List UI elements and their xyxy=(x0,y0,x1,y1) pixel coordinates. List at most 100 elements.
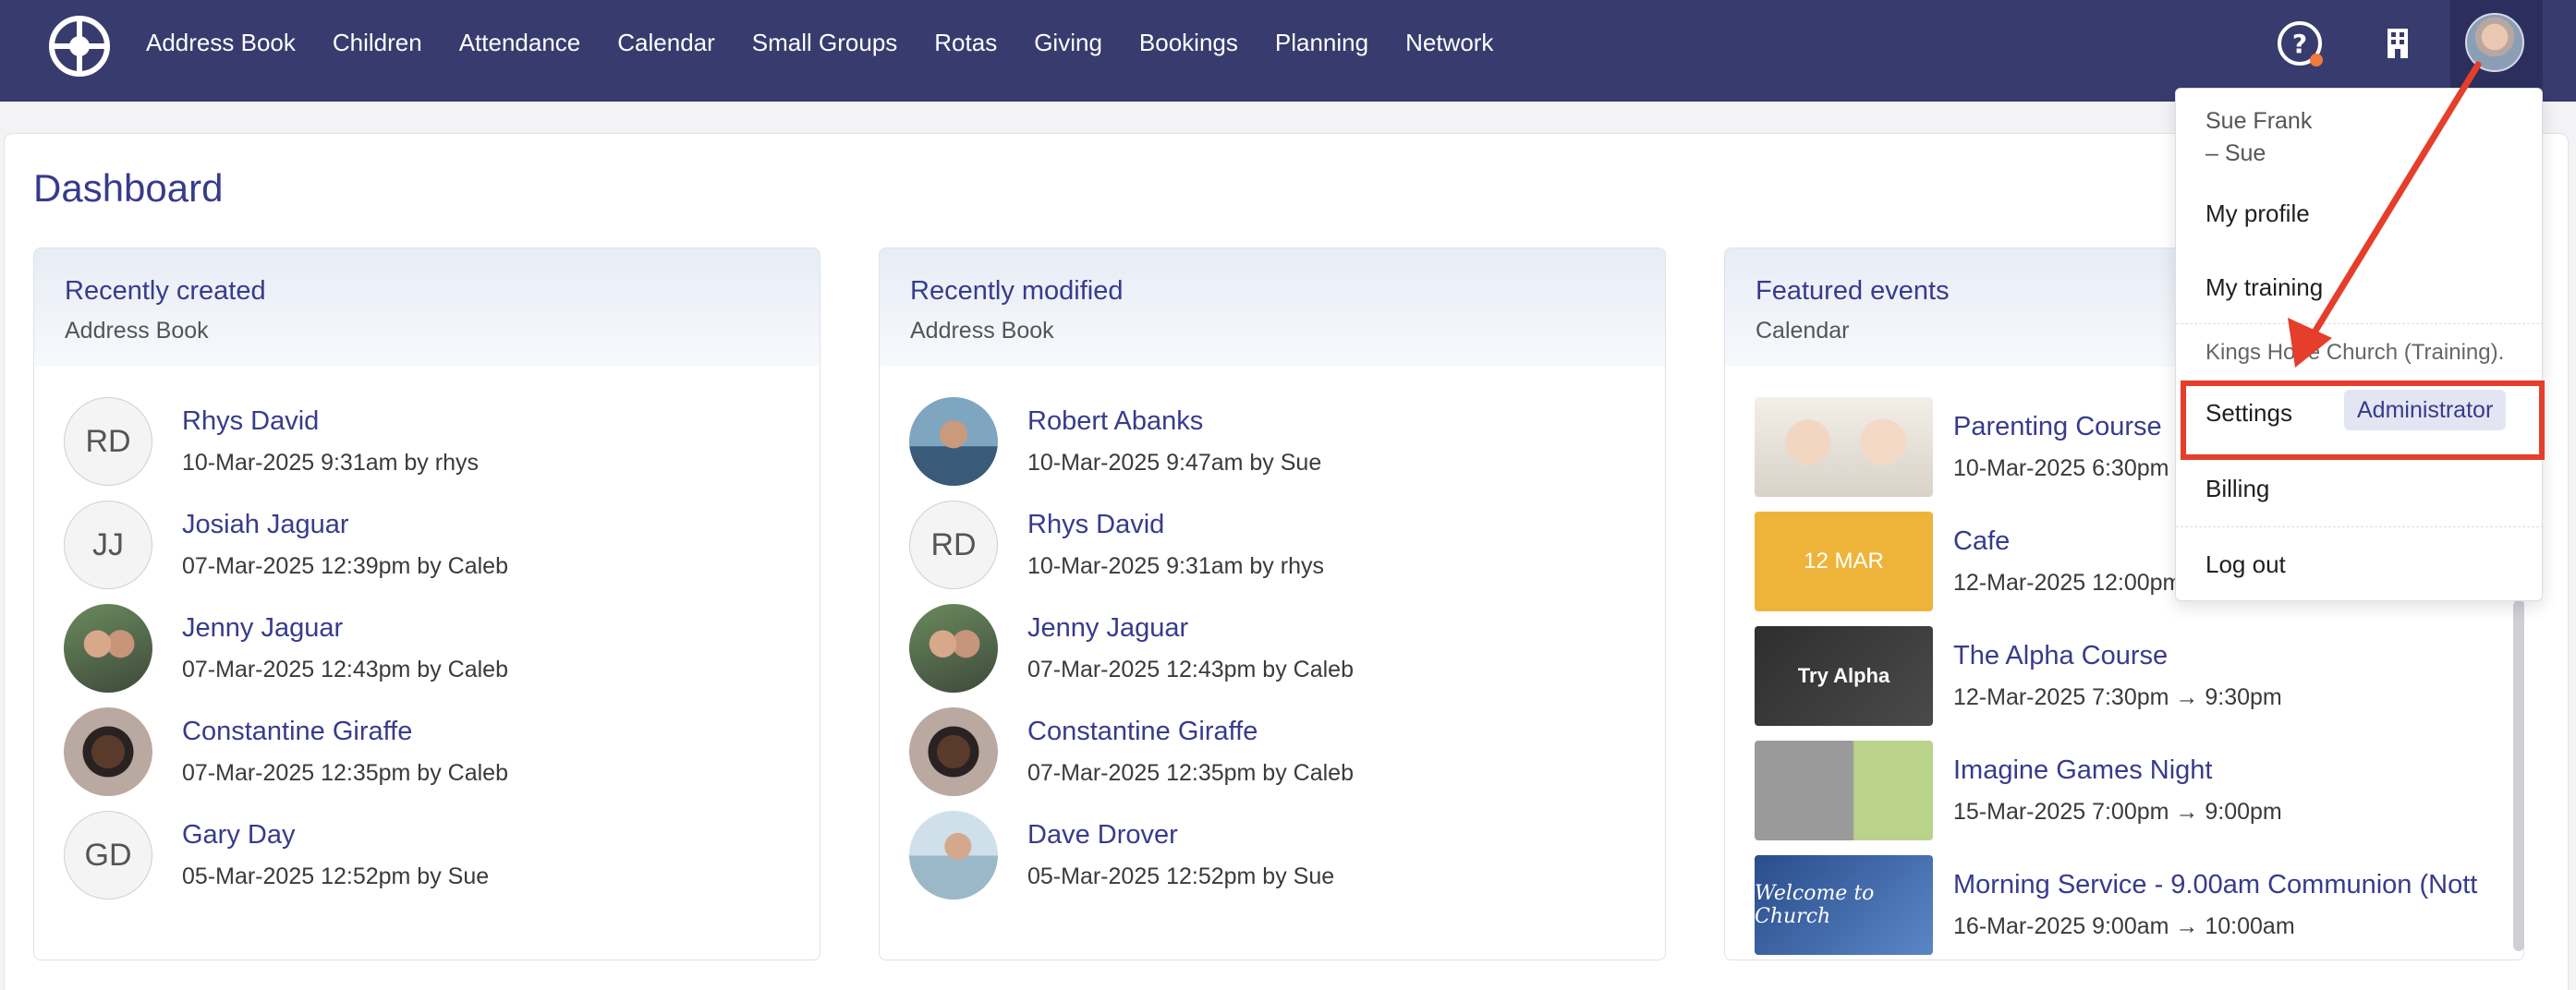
event-name-link[interactable]: The Alpha Course xyxy=(1953,641,2282,671)
avatar[interactable] xyxy=(64,604,152,693)
avatar[interactable]: GD xyxy=(64,811,152,899)
person-name-link[interactable]: Jenny Jaguar xyxy=(182,613,508,644)
organisation-name: Kings Hope Church (Training). xyxy=(2205,340,2505,365)
recently-modified-panel: Recently modified Address Book Robert Ab… xyxy=(879,248,1666,960)
event-name-link[interactable]: Cafe xyxy=(1953,526,2181,557)
nav-children[interactable]: Children xyxy=(333,29,422,57)
avatar[interactable] xyxy=(909,811,998,899)
avatar[interactable] xyxy=(909,707,998,796)
menu-divider xyxy=(2176,323,2544,324)
menu-divider xyxy=(2176,526,2544,527)
event-thumbnail[interactable]: Welcome to Church xyxy=(1755,855,1933,955)
settings-highlight-box xyxy=(2181,380,2545,460)
logout-link[interactable]: Log out xyxy=(2205,550,2286,579)
avatar[interactable] xyxy=(909,604,998,693)
avatar xyxy=(2465,13,2524,72)
event-datetime: 15-Mar-2025 7:00pm → 9:00pm xyxy=(1953,799,2282,825)
list-item: Jenny Jaguar 07-Mar-2025 12:43pm by Caleb xyxy=(64,603,508,694)
main-nav: Address Book Children Attendance Calenda… xyxy=(146,0,1530,85)
user-dropdown-menu: Sue Frank – Sue My profile My training K… xyxy=(2175,88,2544,601)
list-item: JJ Josiah Jaguar 07-Mar-2025 12:39pm by C… xyxy=(64,500,508,590)
nav-giving[interactable]: Giving xyxy=(1034,29,1102,57)
panel-header: Recently created Address Book xyxy=(34,248,820,367)
top-navigation-bar: Address Book Children Attendance Calenda… xyxy=(0,0,2576,102)
person-name-link[interactable]: Constantine Giraffe xyxy=(1027,717,1354,747)
nav-small-groups[interactable]: Small Groups xyxy=(752,29,898,57)
panel-subtitle: Address Book xyxy=(910,318,1054,344)
person-name-link[interactable]: Constantine Giraffe xyxy=(182,717,508,747)
event-datetime: 12-Mar-2025 7:30pm → 9:30pm xyxy=(1953,684,2282,710)
panel-header: Recently modified Address Book xyxy=(880,248,1665,367)
person-meta: 10-Mar-2025 9:31am by rhys xyxy=(182,450,479,476)
person-meta: 07-Mar-2025 12:43pm by Caleb xyxy=(1027,657,1354,682)
nav-bookings[interactable]: Bookings xyxy=(1139,29,1238,57)
my-profile-link[interactable]: My profile xyxy=(2205,199,2310,228)
person-name-link[interactable]: Rhys David xyxy=(182,406,479,437)
person-meta: 10-Mar-2025 9:31am by rhys xyxy=(1027,553,1324,579)
user-name: Sue Frank xyxy=(2205,108,2313,134)
user-nickname: – Sue xyxy=(2205,140,2266,166)
event-thumbnail[interactable]: 12 MAR xyxy=(1755,512,1933,611)
person-meta: 10-Mar-2025 9:47am by Sue xyxy=(1027,450,1322,476)
avatar[interactable] xyxy=(909,397,998,486)
event-name-link[interactable]: Imagine Games Night xyxy=(1953,755,2282,786)
person-name-link[interactable]: Dave Drover xyxy=(1027,820,1334,851)
event-thumbnail[interactable]: Try Alpha xyxy=(1755,626,1933,726)
person-meta: 07-Mar-2025 12:35pm by Caleb xyxy=(1027,760,1354,786)
event-item: 12 MAR Cafe 12-Mar-2025 12:00pm xyxy=(1755,511,2181,612)
event-name-link[interactable]: Morning Service - 9.00am Communion (Nott xyxy=(1953,870,2477,900)
person-meta: 05-Mar-2025 12:52pm by Sue xyxy=(182,863,490,889)
event-datetime: 16-Mar-2025 9:00am → 10:00am xyxy=(1953,913,2295,939)
event-item: Try Alpha The Alpha Course 12-Mar-2025 7:… xyxy=(1755,625,2282,727)
person-name-link[interactable]: Jenny Jaguar xyxy=(1027,613,1354,644)
list-item: GD Gary Day 05-Mar-2025 12:52pm by Sue xyxy=(64,810,489,900)
event-item: Imagine Games Night 15-Mar-2025 7:00pm → … xyxy=(1755,740,2282,841)
avatar[interactable]: RD xyxy=(909,501,998,589)
panel-subtitle: Address Book xyxy=(65,318,209,344)
nav-address-book[interactable]: Address Book xyxy=(146,29,296,57)
list-item: Robert Abanks 10-Mar-2025 9:47am by Sue xyxy=(909,396,1321,487)
event-item: Welcome to Church Morning Service - 9.00… xyxy=(1755,854,2477,956)
nav-rotas[interactable]: Rotas xyxy=(934,29,997,57)
recently-created-panel: Recently created Address Book RD Rhys Da… xyxy=(33,248,820,960)
list-item: RD Rhys David 10-Mar-2025 9:31am by rhys xyxy=(64,396,479,487)
nav-planning[interactable]: Planning xyxy=(1275,29,1368,57)
building-icon[interactable] xyxy=(2370,16,2425,71)
nav-network[interactable]: Network xyxy=(1405,29,1493,57)
person-meta: 07-Mar-2025 12:43pm by Caleb xyxy=(182,657,508,682)
panel-title: Recently created xyxy=(65,276,266,306)
avatar[interactable] xyxy=(64,707,152,796)
person-meta: 07-Mar-2025 12:35pm by Caleb xyxy=(182,760,508,786)
list-item: RD Rhys David 10-Mar-2025 9:31am by rhys xyxy=(909,500,1324,590)
event-item: Parenting Course 10-Mar-2025 6:30pm xyxy=(1755,396,2169,498)
event-thumbnail[interactable] xyxy=(1755,397,1933,497)
list-item: Constantine Giraffe 07-Mar-2025 12:35pm b… xyxy=(64,706,508,797)
page-title: Dashboard xyxy=(33,166,224,210)
panel-title: Recently modified xyxy=(910,276,1124,306)
nav-calendar[interactable]: Calendar xyxy=(617,29,715,57)
person-name-link[interactable]: Robert Abanks xyxy=(1027,406,1321,437)
user-info: Sue Frank – Sue xyxy=(2205,105,2312,170)
user-avatar-button[interactable] xyxy=(2450,0,2543,88)
my-training-link[interactable]: My training xyxy=(2205,273,2323,302)
event-datetime: 12-Mar-2025 12:00pm xyxy=(1953,570,2182,596)
help-icon[interactable]: ? xyxy=(2274,16,2329,71)
nav-attendance[interactable]: Attendance xyxy=(459,29,581,57)
list-item: Constantine Giraffe 07-Mar-2025 12:35pm b… xyxy=(909,706,1354,797)
list-item: Dave Drover 05-Mar-2025 12:52pm by Sue xyxy=(909,810,1334,900)
event-name-link[interactable]: Parenting Course xyxy=(1953,412,2169,442)
svg-text:?: ? xyxy=(2292,29,2307,59)
list-item: Jenny Jaguar 07-Mar-2025 12:43pm by Caleb xyxy=(909,603,1354,694)
person-name-link[interactable]: Gary Day xyxy=(182,820,489,851)
app-logo-icon[interactable] xyxy=(48,15,111,78)
person-name-link[interactable]: Rhys David xyxy=(1027,510,1324,540)
billing-link[interactable]: Billing xyxy=(2205,475,2269,503)
person-name-link[interactable]: Josiah Jaguar xyxy=(182,510,508,540)
events-scrollbar[interactable] xyxy=(2513,600,2524,951)
event-thumbnail[interactable] xyxy=(1755,741,1933,840)
avatar[interactable]: JJ xyxy=(64,501,152,589)
avatar[interactable]: RD xyxy=(64,397,152,486)
person-meta: 05-Mar-2025 12:52pm by Sue xyxy=(1027,863,1335,889)
event-datetime: 10-Mar-2025 6:30pm xyxy=(1953,455,2169,481)
person-meta: 07-Mar-2025 12:39pm by Caleb xyxy=(182,553,508,579)
